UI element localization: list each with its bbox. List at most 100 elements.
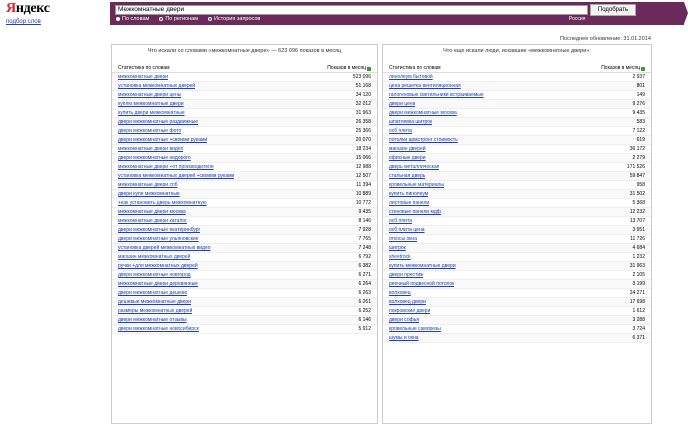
keyword-link[interactable]: размеры межкомнатных дверей [118, 307, 192, 315]
keyword-link[interactable]: двери межкомнатные новгород [118, 271, 191, 279]
keyword-link[interactable]: двери межкомнатные дешево [118, 289, 187, 297]
keyword-link[interactable]: установка дверей межкомнатных видео [118, 244, 211, 252]
search-input[interactable]: Межкомнатные двери [115, 5, 588, 15]
keyword-link[interactable]: галогеновые светильники встраиваемые [389, 91, 484, 99]
yandex-logo[interactable]: Яндекс [6, 1, 50, 17]
keyword-link[interactable]: межкомнатные двери москва [118, 208, 186, 216]
keyword-link[interactable]: потолки армстронг стоимость [389, 136, 458, 144]
keyword-link[interactable]: межкомнатные двери видео [118, 145, 183, 153]
keyword-link[interactable]: откосы окна [389, 235, 417, 243]
table-row: дешевые межкомнатные двери 6 261 [112, 298, 377, 307]
keyword-link[interactable]: купить линолеум [389, 190, 428, 198]
keyword-link[interactable]: магазин межкомнатных дверей [118, 253, 190, 261]
table-row: двери межкомнатные ульяновские 7 765 [112, 235, 377, 244]
impressions-count: 59 847 [629, 173, 645, 179]
keyword-link[interactable]: двери престиж [389, 271, 423, 279]
excel-export-icon[interactable] [641, 66, 645, 71]
keyword-link[interactable]: стеновые панели мдф [389, 208, 441, 216]
radio-by-words[interactable]: По словам [116, 16, 149, 22]
keyword-link[interactable]: установка межкомнатных дверей +своими ру… [118, 172, 234, 180]
left-table-header: Статистика по словам Показов в месяц [112, 65, 377, 73]
keyword-link[interactable]: волховец [389, 289, 411, 297]
keyword-link[interactable]: кровельные саморезы [389, 325, 441, 333]
keyword-link[interactable]: межкомнатные двери [118, 73, 168, 81]
table-row: двери межкомнатные новгород 6 271 [112, 271, 377, 280]
keyword-link[interactable]: шумы и окна [389, 334, 419, 342]
keyword-link[interactable]: листовые панели [389, 199, 429, 207]
impressions-count: 171 526 [626, 164, 645, 170]
table-row: межкомнатные двери +от производителя 12 9… [112, 163, 377, 172]
keyword-link[interactable]: межкомнатные двери каталог [118, 217, 187, 225]
keyword-link[interactable]: покровские двери [389, 307, 430, 315]
table-row: установка дверей межкомнатных видео 7 248 [112, 244, 377, 253]
keyword-link[interactable]: двери межкомнатные москва [389, 109, 457, 117]
keyword-link[interactable]: двери межкомнатные екатеринбург [118, 226, 200, 234]
keyword-link[interactable]: цена решетка вентиляционная [389, 82, 461, 90]
keyword-link[interactable]: двери межкомнатные фото [118, 127, 181, 135]
keyword-link[interactable]: куплю межкомнатные двери [118, 100, 184, 108]
impressions-count: 3 199 [632, 281, 645, 287]
impressions-count: 1 612 [632, 308, 645, 314]
keyword-link[interactable]: межкомнатные двери цены [118, 91, 181, 99]
table-row: волховец 24 271 [383, 289, 651, 298]
keyword-link[interactable]: двери межкомнатные раздвижные [118, 118, 198, 126]
keyword-link[interactable]: дверь металлическая [389, 163, 439, 171]
keyword-link[interactable]: двери межкомнатные новосибирск [118, 325, 199, 333]
keyword-link[interactable]: двери софья [389, 316, 419, 324]
keyword-link[interactable]: двери межкомнатные отзывы [118, 316, 187, 324]
radio-history[interactable]: История запросов [208, 16, 260, 22]
table-row: межкомнатные двери спб 11 394 [112, 181, 377, 190]
region-label[interactable]: Россия [569, 16, 585, 22]
keyword-link[interactable]: волховец двери [389, 298, 426, 306]
keyword-link[interactable]: шитрок [389, 244, 406, 252]
keyword-link[interactable]: +как установить дверь межкомнатную [118, 199, 207, 207]
table-row: купить межкомнатные двери 31 963 [383, 262, 651, 271]
table-row: кровельные материалы 958 [383, 181, 651, 190]
impressions-count: 9 276 [632, 101, 645, 107]
keyword-link[interactable]: двери межкомнатные +своими руками [118, 136, 207, 144]
excel-export-icon[interactable] [367, 66, 371, 71]
keyword-link[interactable]: купить межкомнатные двери [389, 262, 456, 270]
keyword-link[interactable]: осб плита [389, 127, 412, 135]
impressions-count: 149 [636, 92, 645, 98]
keyword-link[interactable]: межкомнатные двери +от производителя [118, 163, 214, 171]
keyword-link[interactable]: двери купе межкомнатные [118, 190, 180, 198]
keyword-link[interactable]: линолеум бытовой [389, 73, 433, 81]
submit-button[interactable]: Подобрать [590, 4, 636, 16]
word-selection-link[interactable]: подбор слов [6, 19, 41, 25]
keyword-link[interactable]: дешевые межкомнатные двери [118, 298, 191, 306]
impressions-count: 7 765 [358, 236, 371, 242]
radio-by-regions[interactable]: По регионам [159, 16, 198, 22]
impressions-count: 2 105 [632, 272, 645, 278]
impressions-count: 10 889 [355, 191, 371, 197]
keyword-link[interactable]: sheetrock [389, 253, 411, 261]
left-panel-title: Что искали со словами «межкомнатные двер… [147, 48, 342, 54]
impressions-count: 3 724 [632, 326, 645, 332]
keyword-link[interactable]: двери межкомнатные ульяновские [118, 235, 199, 243]
table-row: двери престиж 2 105 [383, 271, 651, 280]
keyword-link[interactable]: реечный подвесной потолок [389, 280, 454, 288]
keyword-link[interactable]: магазин дверей [389, 145, 426, 153]
keyword-link[interactable]: купить двери межкомнатные [118, 109, 185, 117]
keyword-link[interactable]: двери цена [389, 100, 415, 108]
keyword-link[interactable]: межкомнатные двери деревянные [118, 280, 198, 288]
top-bar: Яндекс подбор слов Межкомнатные двери Ро… [0, 0, 688, 30]
table-row: покровские двери 1 612 [383, 307, 651, 316]
keyword-link[interactable]: установка межкомнатных дверей [118, 82, 195, 90]
table-row: двери межкомнатные новосибирск 5 912 [112, 325, 377, 334]
keyword-link[interactable]: стальная дверь [389, 172, 425, 180]
keyword-link[interactable]: двери межкомнатные недорого [118, 154, 191, 162]
keyword-link[interactable]: офисные двери [389, 154, 426, 162]
impressions-count: 6 382 [358, 263, 371, 269]
table-row: межкомнатные двери 523 096 [112, 73, 377, 82]
radio-selected-icon [116, 17, 120, 21]
keyword-link[interactable]: межкомнатные двери спб [118, 181, 178, 189]
keyword-link[interactable]: кровельные материалы [389, 181, 444, 189]
keyword-link[interactable]: ручки +для межкомнатных дверей [118, 262, 198, 270]
radio-unselected-icon [159, 17, 164, 21]
keyword-link[interactable]: шпатлевка шитрок [389, 118, 432, 126]
keyword-link[interactable]: осб плита цена [389, 226, 425, 234]
impressions-count: 7 928 [358, 227, 371, 233]
table-row: волховец двери 17 698 [383, 298, 651, 307]
keyword-link[interactable]: осб плита [389, 217, 412, 225]
